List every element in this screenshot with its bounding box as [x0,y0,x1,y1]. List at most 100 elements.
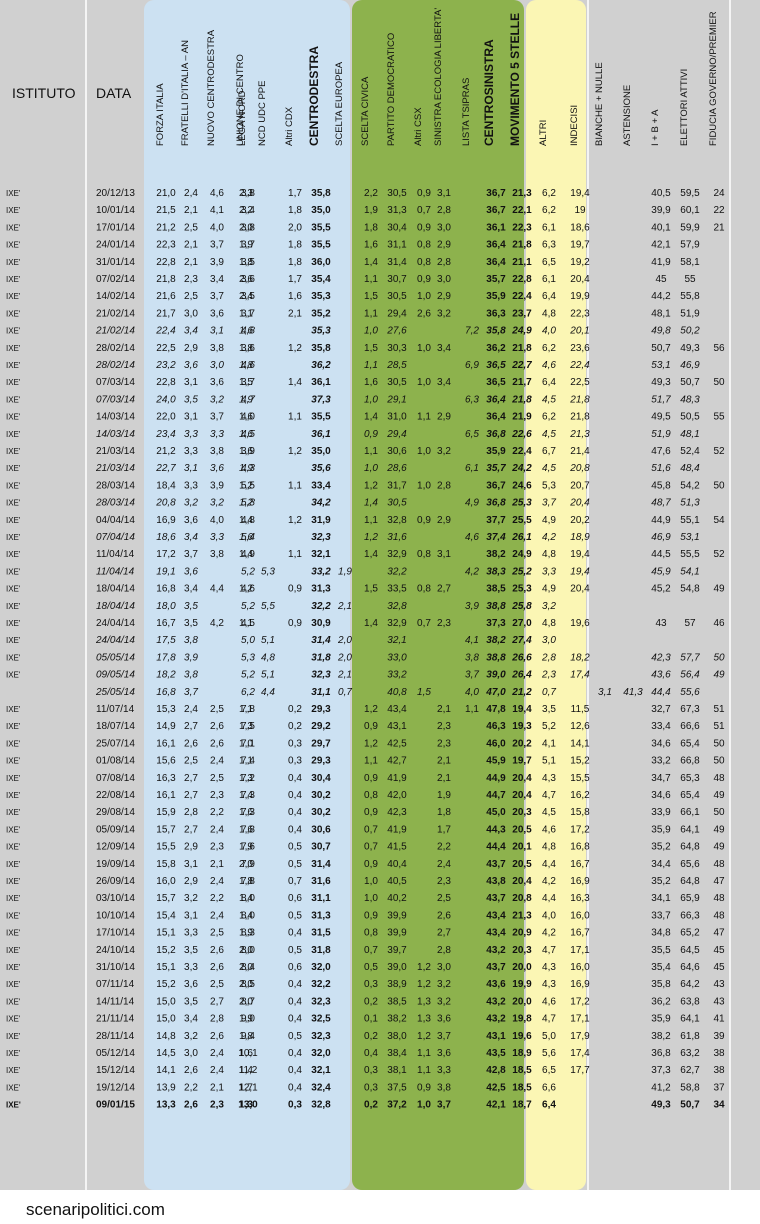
istituto-cell: IXE' [6,636,21,645]
value-cell: 21,3 [512,188,532,199]
value-cell: 55,8 [680,291,700,302]
value-cell: 3,5 [184,996,198,1007]
value-cell: 32,9 [387,549,407,560]
value-cell: 18,7 [512,1100,532,1111]
value-cell: 0,9 [417,1082,431,1093]
value-cell: 37,3 [486,618,506,629]
value-cell: 3,3 [437,1065,451,1076]
value-cell: 2,1 [437,773,451,784]
value-cell: 36,4 [486,412,506,423]
value-cell: 13,9 [156,1082,176,1093]
column-header: FORZA ITALIA [155,83,166,146]
value-cell: 37,5 [387,1082,407,1093]
value-cell: 26,4 [511,670,532,681]
value-cell: 3,7 [437,1031,451,1042]
value-cell: 19,4 [512,704,532,715]
value-cell: 30,3 [387,343,407,354]
istituto-cell: IXE' [6,808,21,817]
value-cell: 2,3 [437,876,451,887]
istituto-cell: IXE' [6,344,21,353]
date-cell: 07/02/14 [96,274,135,285]
value-cell: 2,6 [417,308,431,319]
column-header: MOVIMENTO 5 STELLE [508,13,522,146]
value-cell: 1,4 [364,618,378,629]
value-cell: 0,5 [288,842,302,853]
value-cell: 43 [655,618,667,629]
value-cell: 4,9 [542,515,556,526]
value-cell: 5,2 [542,721,556,732]
value-cell: 1,5 [364,343,378,354]
value-cell: 2,1 [210,1082,224,1093]
value-cell: 0,8 [364,790,378,801]
value-cell: 32,3 [311,1031,331,1042]
istituto-cell: IXE' [6,997,21,1006]
value-cell: 42,5 [486,1082,506,1093]
value-cell: 0,2 [364,1031,378,1042]
istituto-cell: IXE' [6,413,21,422]
value-cell: 15,7 [156,824,176,835]
value-cell: 5,3 [542,480,556,491]
value-cell: 0,5 [288,1031,302,1042]
value-cell: 55,6 [680,687,700,698]
value-cell: 38,0 [387,1031,407,1042]
value-cell: 1,0 [364,463,378,474]
value-cell: 35,5 [311,240,331,251]
value-cell: 35,8 [311,343,331,354]
value-cell: 35,4 [311,274,331,285]
value-cell: 16,0 [570,910,590,921]
value-cell: 65,9 [680,893,700,904]
value-cell: 42,7 [387,756,407,767]
value-cell: 64,2 [680,979,700,990]
value-cell: 3,7 [184,687,198,698]
date-cell: 07/03/14 [96,394,135,405]
value-cell: 2,4 [437,859,451,870]
value-cell: 34,8 [651,928,671,939]
value-cell: 64,8 [680,876,700,887]
value-cell: 6,2 [542,412,556,423]
value-cell: 29,3 [311,704,331,715]
value-cell: 0,9 [364,910,378,921]
value-cell: 1,6 [239,807,253,818]
date-cell: 04/04/14 [96,515,135,526]
header-data: DATA [96,85,132,101]
istituto-cell: IXE' [6,585,21,594]
column-header: Altri CDX [284,106,295,146]
value-cell: 38,2 [486,549,506,560]
value-cell: 15,5 [156,842,176,853]
value-cell: 3,0 [437,274,451,285]
date-cell: 21/03/14 [95,463,135,474]
value-cell: 19,4 [570,566,590,577]
value-cell: 19,9 [570,291,590,302]
value-cell: 0,1 [364,1014,378,1025]
value-cell: 1,4 [364,498,378,509]
value-cell: 4,0 [210,515,224,526]
value-cell: 16,9 [156,515,176,526]
value-cell: 35,5 [311,412,331,423]
column-header: CENTROSINISTRA [482,39,496,146]
value-cell: 35,5 [311,222,331,233]
value-cell: 3,3 [184,446,198,457]
value-cell: 1,4 [239,1065,253,1076]
value-cell: 0,9 [417,515,431,526]
value-cell: 51,7 [651,394,671,405]
value-cell: 3,1 [184,377,198,388]
value-cell: 1,6 [364,240,378,251]
value-cell: 33,2 [651,756,671,767]
value-cell: 35,9 [651,1014,671,1025]
value-cell: 38,5 [486,584,506,595]
value-cell: 3,7 [465,670,479,681]
value-cell: 1,1 [364,515,378,526]
date-cell: 15/12/14 [96,1065,135,1076]
date-cell: 19/12/14 [96,1082,135,1093]
value-cell: 26,6 [511,652,532,663]
value-cell: 1,5 [417,687,431,698]
value-cell: 4,2 [542,876,556,887]
value-cell: 2,6 [437,910,451,921]
value-cell: 2,6 [210,945,224,956]
value-cell: 1,2 [364,704,378,715]
value-cell: 40,8 [387,687,407,698]
date-cell: 17/10/14 [96,928,135,939]
value-cell: 22,8 [156,377,176,388]
value-cell: 0,8 [417,549,431,560]
value-cell: 1,8 [239,360,253,371]
